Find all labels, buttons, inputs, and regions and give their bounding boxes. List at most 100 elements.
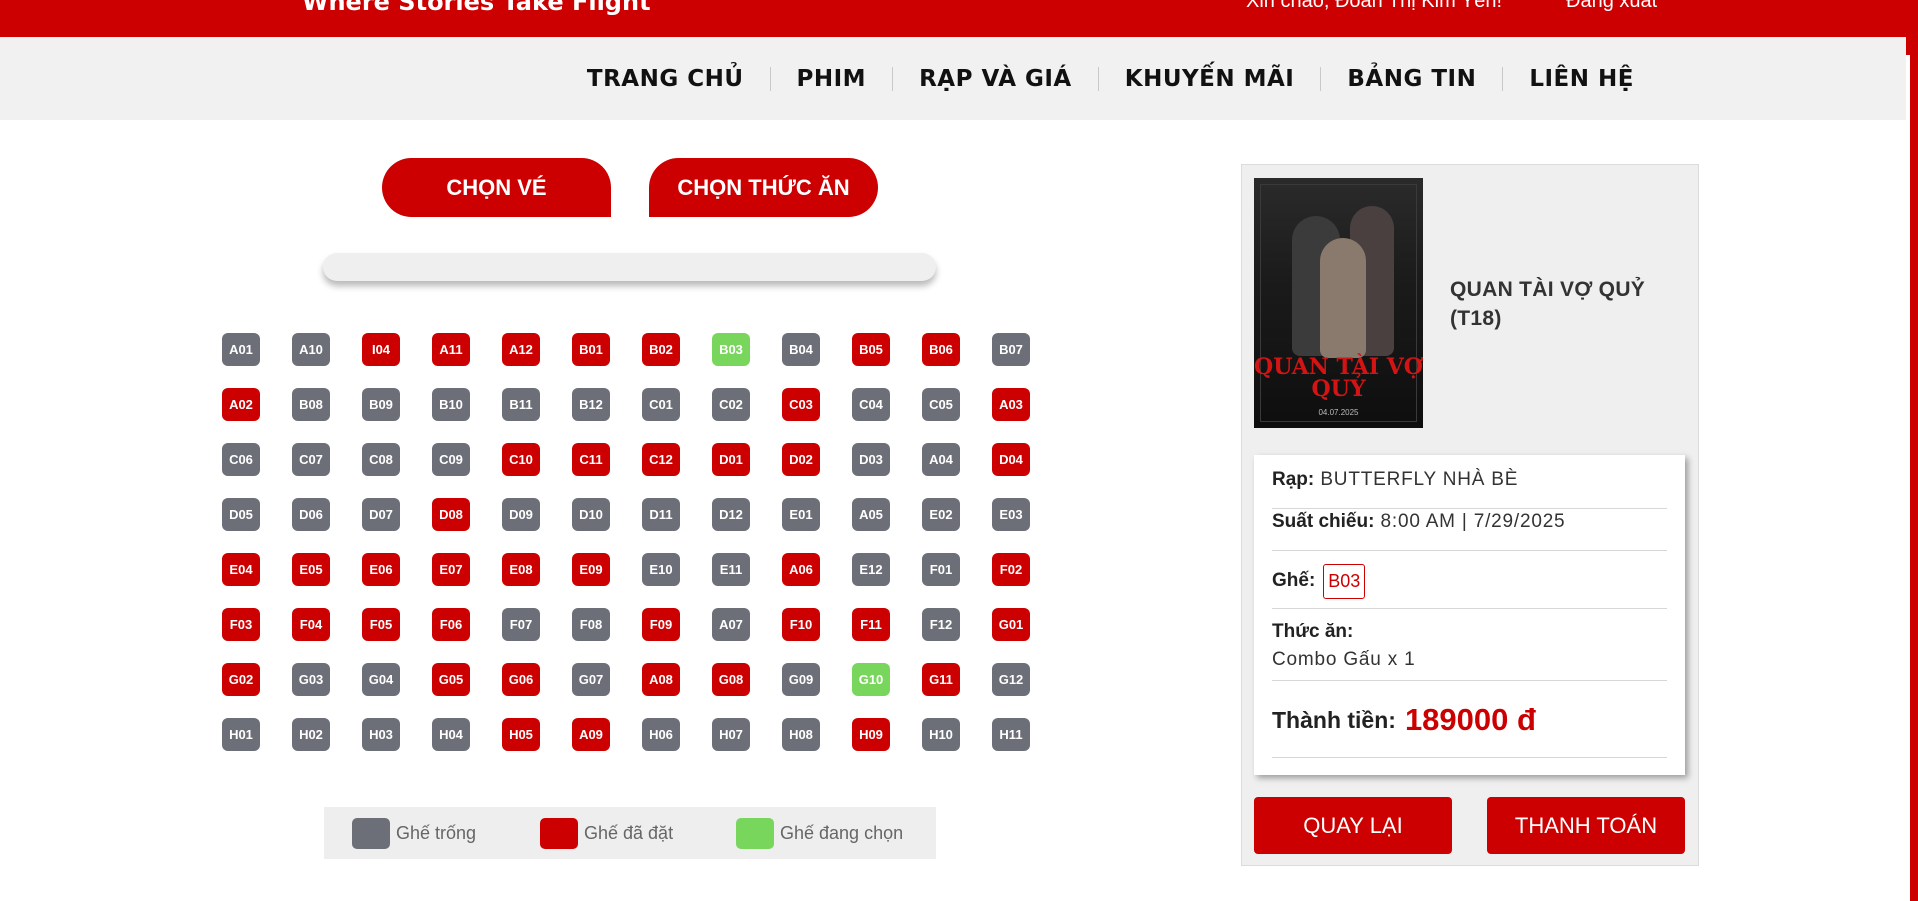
seat-e10[interactable]: E10 [642, 553, 680, 586]
seat-g04[interactable]: G04 [362, 663, 400, 696]
seat-g08[interactable]: G08 [712, 663, 750, 696]
seat-f03[interactable]: F03 [222, 608, 260, 641]
nav-movies[interactable]: PHIM [769, 66, 893, 91]
seat-g09[interactable]: G09 [782, 663, 820, 696]
seat-c02[interactable]: C02 [712, 388, 750, 421]
seat-c11[interactable]: C11 [572, 443, 610, 476]
seat-d08[interactable]: D08 [432, 498, 470, 531]
seat-h04[interactable]: H04 [432, 718, 470, 751]
seat-c05[interactable]: C05 [922, 388, 960, 421]
seat-b06[interactable]: B06 [922, 333, 960, 366]
seat-c09[interactable]: C09 [432, 443, 470, 476]
seat-d07[interactable]: D07 [362, 498, 400, 531]
seat-d01[interactable]: D01 [712, 443, 750, 476]
seat-d05[interactable]: D05 [222, 498, 260, 531]
seat-h03[interactable]: H03 [362, 718, 400, 751]
seat-g03[interactable]: G03 [292, 663, 330, 696]
seat-h01[interactable]: H01 [222, 718, 260, 751]
seat-b02[interactable]: B02 [642, 333, 680, 366]
seat-g05[interactable]: G05 [432, 663, 470, 696]
seat-e02[interactable]: E02 [922, 498, 960, 531]
seat-a10[interactable]: A10 [292, 333, 330, 366]
seat-b05[interactable]: B05 [852, 333, 890, 366]
seat-b08[interactable]: B08 [292, 388, 330, 421]
seat-h06[interactable]: H06 [642, 718, 680, 751]
seat-g06[interactable]: G06 [502, 663, 540, 696]
seat-f07[interactable]: F07 [502, 608, 540, 641]
seat-e07[interactable]: E07 [432, 553, 470, 586]
seat-a07[interactable]: A07 [712, 608, 750, 641]
seat-d06[interactable]: D06 [292, 498, 330, 531]
seat-c08[interactable]: C08 [362, 443, 400, 476]
seat-f09[interactable]: F09 [642, 608, 680, 641]
seat-b12[interactable]: B12 [572, 388, 610, 421]
seat-h10[interactable]: H10 [922, 718, 960, 751]
seat-e03[interactable]: E03 [992, 498, 1030, 531]
seat-h07[interactable]: H07 [712, 718, 750, 751]
seat-c01[interactable]: C01 [642, 388, 680, 421]
nav-home[interactable]: TRANG CHỦ [561, 67, 770, 91]
seat-e11[interactable]: E11 [712, 553, 750, 586]
checkout-button[interactable]: THANH TOÁN [1487, 797, 1685, 854]
seat-g07[interactable]: G07 [572, 663, 610, 696]
seat-d12[interactable]: D12 [712, 498, 750, 531]
seat-e09[interactable]: E09 [572, 553, 610, 586]
tab-choose-food[interactable]: CHỌN THỨC ĂN [649, 158, 878, 217]
seat-a04[interactable]: A04 [922, 443, 960, 476]
seat-b10[interactable]: B10 [432, 388, 470, 421]
seat-c10[interactable]: C10 [502, 443, 540, 476]
seat-c06[interactable]: C06 [222, 443, 260, 476]
nav-cinemas-prices[interactable]: RẠP VÀ GIÁ [892, 66, 1098, 91]
seat-d10[interactable]: D10 [572, 498, 610, 531]
seat-b09[interactable]: B09 [362, 388, 400, 421]
seat-g10[interactable]: G10 [852, 663, 890, 696]
seat-d09[interactable]: D09 [502, 498, 540, 531]
seat-d11[interactable]: D11 [642, 498, 680, 531]
seat-h09[interactable]: H09 [852, 718, 890, 751]
seat-a08[interactable]: A08 [642, 663, 680, 696]
seat-g12[interactable]: G12 [992, 663, 1030, 696]
seat-a02[interactable]: A02 [222, 388, 260, 421]
seat-c04[interactable]: C04 [852, 388, 890, 421]
seat-c12[interactable]: C12 [642, 443, 680, 476]
seat-h05[interactable]: H05 [502, 718, 540, 751]
seat-f01[interactable]: F01 [922, 553, 960, 586]
seat-f04[interactable]: F04 [292, 608, 330, 641]
seat-a05[interactable]: A05 [852, 498, 890, 531]
seat-d02[interactable]: D02 [782, 443, 820, 476]
seat-f05[interactable]: F05 [362, 608, 400, 641]
seat-f02[interactable]: F02 [992, 553, 1030, 586]
seat-f10[interactable]: F10 [782, 608, 820, 641]
tab-choose-ticket[interactable]: CHỌN VÉ [382, 158, 611, 217]
seat-e06[interactable]: E06 [362, 553, 400, 586]
seat-a11[interactable]: A11 [432, 333, 470, 366]
seat-a01[interactable]: A01 [222, 333, 260, 366]
nav-news[interactable]: BẢNG TIN [1320, 66, 1502, 91]
seat-h11[interactable]: H11 [992, 718, 1030, 751]
nav-contact[interactable]: LIÊN HỆ [1502, 66, 1660, 91]
seat-i04[interactable]: I04 [362, 333, 400, 366]
back-button[interactable]: QUAY LẠI [1254, 797, 1452, 854]
seat-f06[interactable]: F06 [432, 608, 470, 641]
seat-a06[interactable]: A06 [782, 553, 820, 586]
seat-c07[interactable]: C07 [292, 443, 330, 476]
seat-d03[interactable]: D03 [852, 443, 890, 476]
seat-f08[interactable]: F08 [572, 608, 610, 641]
seat-d04[interactable]: D04 [992, 443, 1030, 476]
seat-f12[interactable]: F12 [922, 608, 960, 641]
logout-link[interactable]: Đăng xuất [1566, 0, 1657, 13]
seat-c03[interactable]: C03 [782, 388, 820, 421]
seat-h02[interactable]: H02 [292, 718, 330, 751]
seat-a03[interactable]: A03 [992, 388, 1030, 421]
seat-e12[interactable]: E12 [852, 553, 890, 586]
seat-a12[interactable]: A12 [502, 333, 540, 366]
seat-e04[interactable]: E04 [222, 553, 260, 586]
seat-h08[interactable]: H08 [782, 718, 820, 751]
seat-b07[interactable]: B07 [992, 333, 1030, 366]
seat-e01[interactable]: E01 [782, 498, 820, 531]
seat-g01[interactable]: G01 [992, 608, 1030, 641]
seat-g11[interactable]: G11 [922, 663, 960, 696]
seat-b03[interactable]: B03 [712, 333, 750, 366]
seat-f11[interactable]: F11 [852, 608, 890, 641]
seat-g02[interactable]: G02 [222, 663, 260, 696]
